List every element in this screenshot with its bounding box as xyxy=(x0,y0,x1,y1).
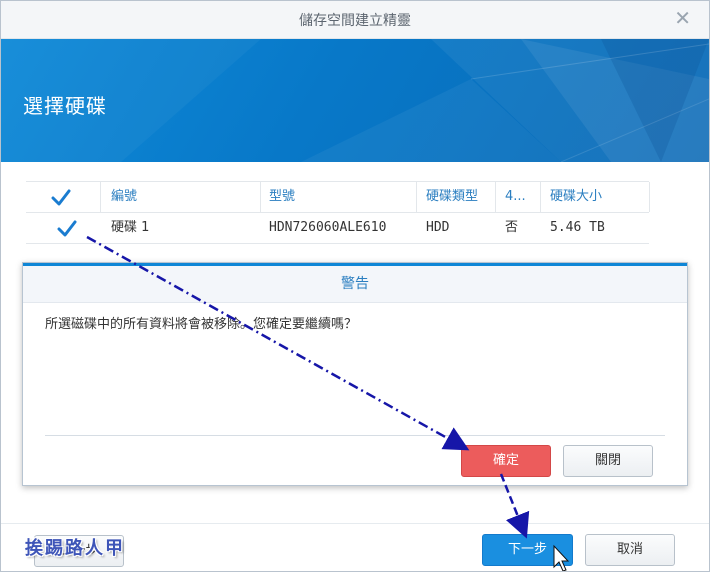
cancel-button[interactable]: 取消 xyxy=(585,534,675,566)
checkmark-icon xyxy=(51,189,71,206)
confirm-button[interactable]: 確定 xyxy=(461,445,551,477)
header-banner: 選擇硬碟 xyxy=(1,39,709,162)
banner-decoration xyxy=(1,39,709,162)
column-size[interactable]: 硬碟大小 xyxy=(550,182,602,212)
cell-number: 硬碟 1 xyxy=(111,220,150,235)
cell-size: 5.46 TB xyxy=(550,220,605,235)
column-number[interactable]: 編號 xyxy=(111,182,137,212)
table-header: 編號 型號 硬碟類型 4... 硬碟大小 xyxy=(26,181,650,213)
wizard-window: 儲存空間建立精靈 ✕ 選擇硬碟 編號 型號 硬碟類型 4... 硬碟大小 硬碟 … xyxy=(0,0,710,572)
page-heading: 選擇硬碟 xyxy=(23,94,107,118)
disk-table: 編號 型號 硬碟類型 4... 硬碟大小 硬碟 1 HDN726060ALE61… xyxy=(26,181,650,244)
column-4k[interactable]: 4... xyxy=(505,182,526,212)
dialog-divider xyxy=(45,435,665,436)
title-bar: 儲存空間建立精靈 ✕ xyxy=(1,1,709,39)
window-title: 儲存空間建立精靈 xyxy=(299,13,411,29)
dialog-title: 警告 xyxy=(23,266,687,303)
watermark-logo: 挨踢路人甲 xyxy=(25,538,125,559)
next-button[interactable]: 下一步 xyxy=(482,534,573,566)
warning-dialog: 警告 所選磁碟中的所有資料將會被移除。您確定要繼續嗎？ 確定 關閉 xyxy=(22,262,688,486)
cell-model: HDN726060ALE610 xyxy=(269,220,387,235)
column-type[interactable]: 硬碟類型 xyxy=(426,182,478,212)
column-model[interactable]: 型號 xyxy=(269,182,295,212)
row-checkbox[interactable] xyxy=(57,219,77,237)
close-icon[interactable]: ✕ xyxy=(674,7,691,29)
checkmark-icon xyxy=(57,220,77,237)
footer-divider xyxy=(1,523,709,524)
cell-4k: 否 xyxy=(505,220,519,235)
select-all-checkbox[interactable] xyxy=(51,188,71,206)
cell-type: HDD xyxy=(426,220,450,235)
dialog-message: 所選磁碟中的所有資料將會被移除。您確定要繼續嗎？ xyxy=(45,317,358,332)
table-row[interactable]: 硬碟 1 HDN726060ALE610 HDD 否 5.46 TB xyxy=(26,213,649,244)
dialog-close-button[interactable]: 關閉 xyxy=(563,445,653,477)
